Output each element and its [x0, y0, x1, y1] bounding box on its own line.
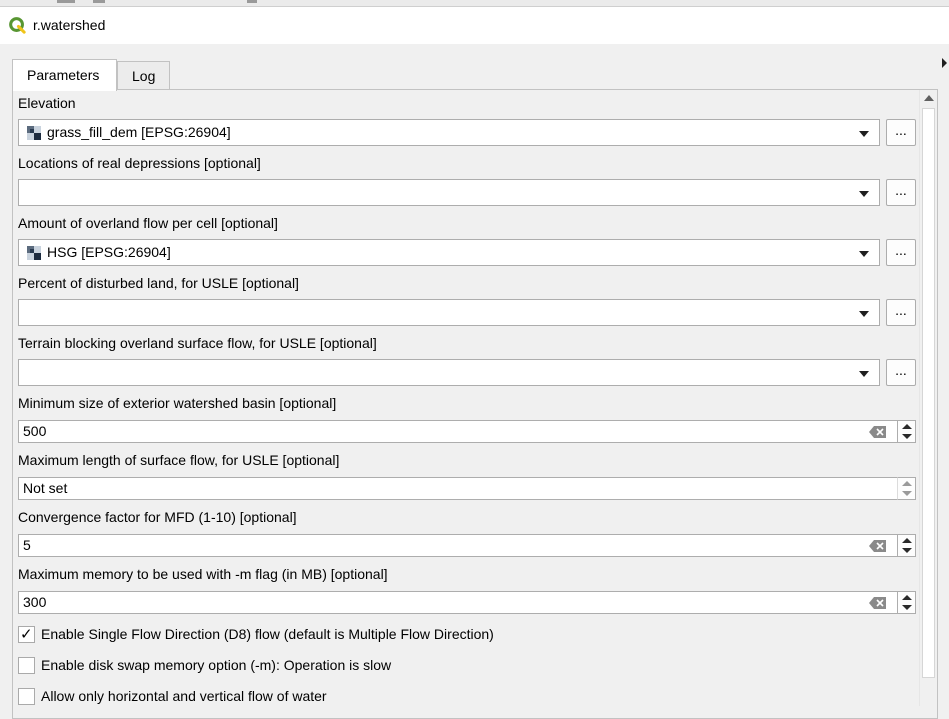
browse-button[interactable]: ...	[886, 179, 916, 206]
threshold-stepper[interactable]	[897, 420, 916, 443]
step-up-icon[interactable]	[902, 595, 912, 600]
clear-icon[interactable]	[869, 540, 887, 552]
step-down-icon[interactable]	[902, 491, 912, 496]
convergence-stepper[interactable]	[897, 534, 916, 557]
window-title: r.watershed	[33, 17, 106, 33]
elevation-label: Elevation	[18, 95, 76, 111]
disturbed-combo[interactable]	[18, 299, 880, 326]
tab-label: Log	[132, 68, 156, 84]
convergence-label: Convergence factor for MFD (1-10) [optio…	[18, 509, 297, 525]
step-down-icon[interactable]	[902, 548, 912, 553]
depressions-label: Locations of real depressions [optional]	[18, 155, 261, 171]
browse-button[interactable]: ...	[886, 359, 916, 386]
clear-icon[interactable]	[869, 426, 887, 438]
blocking-label: Terrain blocking overland surface flow, …	[18, 335, 377, 351]
memory-stepper[interactable]	[897, 591, 916, 614]
clear-icon[interactable]	[869, 597, 887, 609]
disk-swap-checkbox[interactable]	[18, 657, 35, 674]
chevron-down-icon[interactable]	[859, 251, 869, 257]
step-down-icon[interactable]	[902, 605, 912, 610]
browse-button[interactable]: ...	[886, 119, 916, 146]
chevron-down-icon[interactable]	[859, 131, 869, 137]
strip-mark	[247, 0, 257, 3]
elevation-combo[interactable]: grass_fill_dem [EPSG:26904]	[18, 119, 880, 146]
slope-length-input[interactable]: Not set	[18, 477, 898, 500]
raster-layer-icon	[27, 246, 41, 260]
strip-mark	[57, 0, 75, 3]
collapse-arrow-icon[interactable]	[942, 58, 947, 68]
step-up-icon[interactable]	[902, 538, 912, 543]
memory-label: Maximum memory to be used with -m flag (…	[18, 566, 388, 582]
step-down-icon[interactable]	[902, 434, 912, 439]
threshold-input[interactable]: 500	[18, 420, 898, 443]
input-value: 5	[23, 537, 31, 553]
disturbed-label: Percent of disturbed land, for USLE [opt…	[18, 275, 299, 291]
combo-value: HSG [EPSG:26904]	[47, 244, 171, 260]
slope-length-stepper[interactable]	[897, 477, 916, 500]
d8-flow-label[interactable]: Enable Single Flow Direction (D8) flow (…	[41, 626, 494, 642]
threshold-label: Minimum size of exterior watershed basin…	[18, 395, 337, 411]
convergence-input[interactable]: 5	[18, 534, 898, 557]
horizontal-flow-label[interactable]: Allow only horizontal and vertical flow …	[41, 688, 327, 704]
raster-layer-icon	[27, 126, 41, 140]
combo-value: grass_fill_dem [EPSG:26904]	[47, 124, 231, 140]
input-value: Not set	[23, 480, 68, 496]
input-value: 500	[23, 423, 47, 439]
depressions-combo[interactable]	[18, 179, 880, 206]
scroll-up-icon[interactable]	[924, 95, 934, 101]
scrollbar-thumb[interactable]	[922, 108, 935, 678]
flow-combo[interactable]: HSG [EPSG:26904]	[18, 239, 880, 266]
chevron-down-icon[interactable]	[859, 191, 869, 197]
disk-swap-label[interactable]: Enable disk swap memory option (-m): Ope…	[41, 657, 391, 673]
tab-log[interactable]: Log	[117, 61, 170, 90]
chevron-down-icon[interactable]	[859, 311, 869, 317]
memory-input[interactable]: 300	[18, 591, 898, 614]
check-icon: ✓	[20, 625, 33, 643]
slope-length-label: Maximum length of surface flow, for USLE…	[18, 452, 340, 468]
strip-mark	[93, 0, 105, 3]
qgis-logo-icon	[9, 17, 26, 34]
tab-parameters[interactable]: Parameters	[12, 59, 117, 91]
window-top-strip	[0, 0, 949, 7]
step-up-icon[interactable]	[902, 481, 912, 486]
input-value: 300	[23, 594, 47, 610]
horizontal-flow-checkbox[interactable]	[18, 688, 35, 705]
d8-flow-checkbox[interactable]: ✓	[18, 625, 35, 643]
blocking-combo[interactable]	[18, 359, 880, 386]
browse-button[interactable]: ...	[886, 299, 916, 326]
tab-label: Parameters	[27, 67, 100, 83]
vertical-scrollbar[interactable]	[919, 90, 937, 706]
browse-button[interactable]: ...	[886, 239, 916, 266]
step-up-icon[interactable]	[902, 424, 912, 429]
flow-label: Amount of overland flow per cell [option…	[18, 215, 278, 231]
chevron-down-icon[interactable]	[859, 371, 869, 377]
title-bar: r.watershed	[0, 7, 949, 44]
